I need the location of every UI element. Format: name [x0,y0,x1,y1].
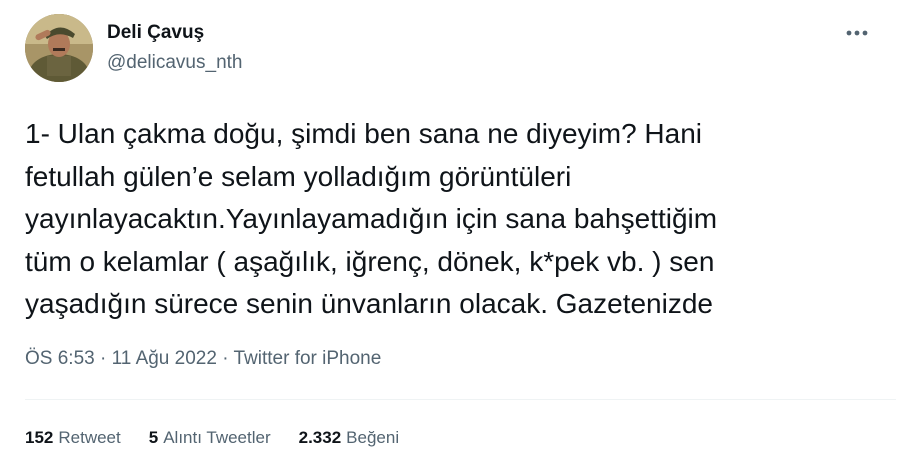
meta-separator: · [100,348,107,369]
more-horizontal-icon [846,30,868,36]
tweet-stats: 152 Retweet 5 Alıntı Tweetler 2.332 Beğe… [25,426,427,450]
retweet-count[interactable]: 152 Retweet [25,426,121,450]
profile-photo-icon [25,14,93,82]
stat-count: 2.332 [298,428,342,447]
stat-count: 152 [25,428,54,447]
divider [25,399,896,400]
avatar[interactable] [25,14,93,82]
author-info: Deli Çavuş @delicavus_nth [107,20,242,76]
tweet-source[interactable]: Twitter for iPhone [233,348,381,369]
user-handle[interactable]: @delicavus_nth [107,50,242,76]
stat-count: 5 [148,428,159,447]
tweet-metadata: ÖS 6:53 · 11 Ağu 2022 · Twitter for iPho… [25,346,381,372]
stat-label: Beğeni [346,428,400,447]
more-options-button[interactable] [840,22,874,44]
tweet-date[interactable]: 11 Ağu 2022 [112,348,217,369]
quote-tweet-count[interactable]: 5 Alıntı Tweetler [149,426,271,450]
like-count[interactable]: 2.332 Beğeni [299,426,399,450]
stat-label: Retweet [58,428,121,447]
tweet-text: 1- Ulan çakma doğu, şimdi ben sana ne di… [25,118,718,319]
meta-separator: · [222,348,229,369]
tweet: Deli Çavuş @delicavus_nth 1- Ulan çakma … [0,0,921,469]
display-name[interactable]: Deli Çavuş [107,20,242,46]
stat-label: Alıntı Tweetler [163,428,271,447]
tweet-time[interactable]: ÖS 6:53 [25,348,95,369]
